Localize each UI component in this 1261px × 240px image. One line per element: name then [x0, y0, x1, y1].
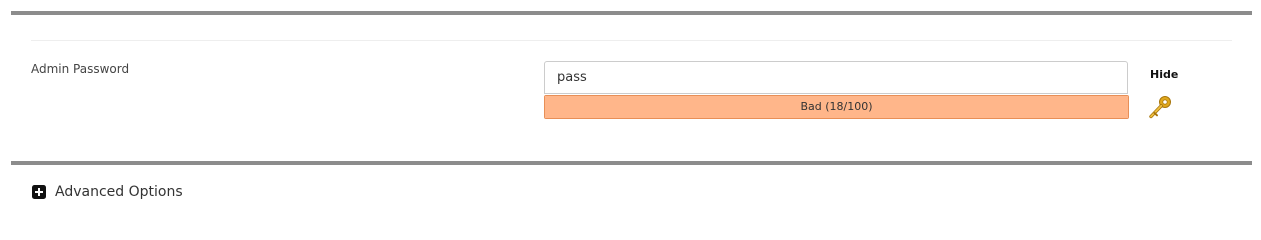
- hide-password-toggle[interactable]: Hide: [1150, 68, 1178, 81]
- key-icon[interactable]: [1148, 94, 1174, 120]
- password-strength-meter: Bad (18/100): [544, 95, 1129, 119]
- row-separator: [31, 40, 1232, 41]
- section-divider-bottom: [11, 161, 1252, 165]
- admin-password-input[interactable]: [544, 61, 1128, 94]
- section-divider-top: [11, 11, 1252, 15]
- advanced-options-toggle[interactable]: Advanced Options: [32, 182, 183, 202]
- admin-password-label: Admin Password: [31, 62, 130, 76]
- advanced-options-label: Advanced Options: [55, 184, 183, 200]
- password-strength-text: Bad (18/100): [800, 100, 873, 113]
- plus-square-icon: [32, 185, 46, 199]
